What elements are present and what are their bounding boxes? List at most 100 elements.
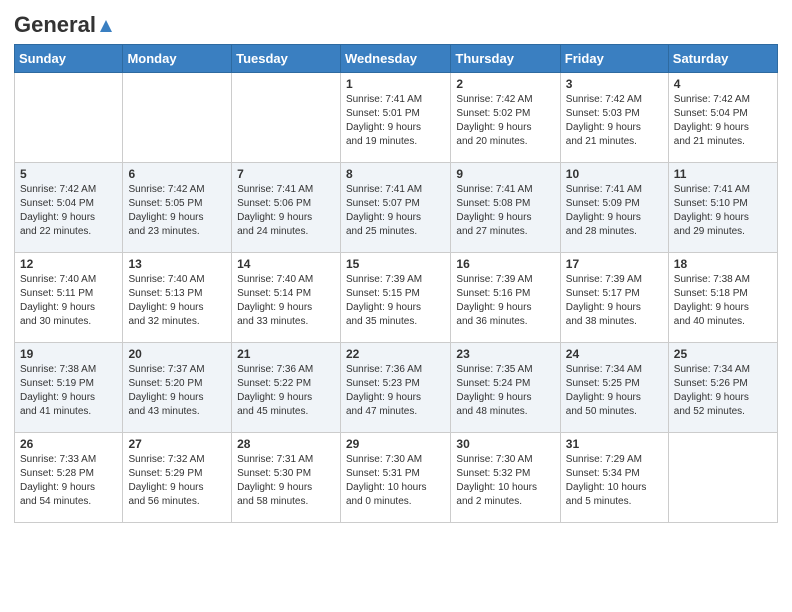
day-number: 6 <box>128 167 226 181</box>
day-info: Sunrise: 7:30 AM Sunset: 5:31 PM Dayligh… <box>346 453 445 509</box>
day-number: 28 <box>237 437 335 451</box>
day-info: Sunrise: 7:42 AM Sunset: 5:04 PM Dayligh… <box>674 93 772 149</box>
day-number: 8 <box>346 167 445 181</box>
day-cell: 20 Sunrise: 7:37 AM Sunset: 5:20 PM Dayli… <box>123 343 232 433</box>
day-info: Sunrise: 7:36 AM Sunset: 5:22 PM Dayligh… <box>237 363 335 419</box>
day-info: Sunrise: 7:29 AM Sunset: 5:34 PM Dayligh… <box>566 453 663 509</box>
day-number: 19 <box>20 347 117 361</box>
day-cell: 24 Sunrise: 7:34 AM Sunset: 5:25 PM Dayli… <box>560 343 668 433</box>
day-cell: 12 Sunrise: 7:40 AM Sunset: 5:11 PM Dayli… <box>15 253 123 343</box>
day-cell: 4 Sunrise: 7:42 AM Sunset: 5:04 PM Daylig… <box>668 73 777 163</box>
day-number: 27 <box>128 437 226 451</box>
day-number: 31 <box>566 437 663 451</box>
day-cell: 21 Sunrise: 7:36 AM Sunset: 5:22 PM Dayli… <box>232 343 341 433</box>
day-cell: 2 Sunrise: 7:42 AM Sunset: 5:02 PM Daylig… <box>451 73 560 163</box>
day-info: Sunrise: 7:38 AM Sunset: 5:19 PM Dayligh… <box>20 363 117 419</box>
day-cell: 30Sunrise: 7:30 AM Sunset: 5:32 PM Dayli… <box>451 433 560 523</box>
day-info: Sunrise: 7:42 AM Sunset: 5:02 PM Dayligh… <box>456 93 554 149</box>
day-info: Sunrise: 7:41 AM Sunset: 5:10 PM Dayligh… <box>674 183 772 239</box>
day-number: 16 <box>456 257 554 271</box>
week-row-4: 19 Sunrise: 7:38 AM Sunset: 5:19 PM Dayli… <box>15 343 778 433</box>
day-cell: 22 Sunrise: 7:36 AM Sunset: 5:23 PM Dayli… <box>340 343 450 433</box>
day-info: Sunrise: 7:32 AM Sunset: 5:29 PM Dayligh… <box>128 453 226 509</box>
day-cell: 27 Sunrise: 7:32 AM Sunset: 5:29 PM Dayli… <box>123 433 232 523</box>
day-info: Sunrise: 7:41 AM Sunset: 5:07 PM Dayligh… <box>346 183 445 239</box>
day-number: 13 <box>128 257 226 271</box>
day-info: Sunrise: 7:41 AM Sunset: 5:06 PM Dayligh… <box>237 183 335 239</box>
day-cell <box>15 73 123 163</box>
page-container: General SundayMondayTuesdayWednesdayThur… <box>0 0 792 537</box>
day-number: 3 <box>566 77 663 91</box>
day-cell: 3 Sunrise: 7:42 AM Sunset: 5:03 PM Daylig… <box>560 73 668 163</box>
day-number: 1 <box>346 77 445 91</box>
day-number: 29 <box>346 437 445 451</box>
day-number: 14 <box>237 257 335 271</box>
day-number: 5 <box>20 167 117 181</box>
day-number: 12 <box>20 257 117 271</box>
day-number: 18 <box>674 257 772 271</box>
day-number: 2 <box>456 77 554 91</box>
day-info: Sunrise: 7:40 AM Sunset: 5:11 PM Dayligh… <box>20 273 117 329</box>
day-info: Sunrise: 7:33 AM Sunset: 5:28 PM Dayligh… <box>20 453 117 509</box>
day-number: 7 <box>237 167 335 181</box>
day-info: Sunrise: 7:37 AM Sunset: 5:20 PM Dayligh… <box>128 363 226 419</box>
day-number: 11 <box>674 167 772 181</box>
day-number: 23 <box>456 347 554 361</box>
day-cell: 14 Sunrise: 7:40 AM Sunset: 5:14 PM Dayli… <box>232 253 341 343</box>
day-info: Sunrise: 7:31 AM Sunset: 5:30 PM Dayligh… <box>237 453 335 509</box>
weekday-header-wednesday: Wednesday <box>340 45 450 73</box>
day-number: 20 <box>128 347 226 361</box>
day-cell: 1 Sunrise: 7:41 AM Sunset: 5:01 PM Daylig… <box>340 73 450 163</box>
week-row-2: 5 Sunrise: 7:42 AM Sunset: 5:04 PM Daylig… <box>15 163 778 253</box>
day-number: 22 <box>346 347 445 361</box>
day-info: Sunrise: 7:38 AM Sunset: 5:18 PM Dayligh… <box>674 273 772 329</box>
weekday-header-row: SundayMondayTuesdayWednesdayThursdayFrid… <box>15 45 778 73</box>
day-info: Sunrise: 7:42 AM Sunset: 5:05 PM Dayligh… <box>128 183 226 239</box>
day-info: Sunrise: 7:41 AM Sunset: 5:09 PM Dayligh… <box>566 183 663 239</box>
logo-text: General <box>14 14 114 36</box>
day-number: 9 <box>456 167 554 181</box>
day-info: Sunrise: 7:34 AM Sunset: 5:25 PM Dayligh… <box>566 363 663 419</box>
day-number: 30 <box>456 437 554 451</box>
day-cell: 29 Sunrise: 7:30 AM Sunset: 5:31 PM Dayli… <box>340 433 450 523</box>
day-info: Sunrise: 7:40 AM Sunset: 5:14 PM Dayligh… <box>237 273 335 329</box>
day-info: Sunrise: 7:42 AM Sunset: 5:04 PM Dayligh… <box>20 183 117 239</box>
day-info: Sunrise: 7:39 AM Sunset: 5:15 PM Dayligh… <box>346 273 445 329</box>
day-number: 4 <box>674 77 772 91</box>
day-cell: 18 Sunrise: 7:38 AM Sunset: 5:18 PM Dayli… <box>668 253 777 343</box>
day-info: Sunrise: 7:39 AM Sunset: 5:16 PM Dayligh… <box>456 273 554 329</box>
day-cell: 25Sunrise: 7:34 AM Sunset: 5:26 PM Dayli… <box>668 343 777 433</box>
day-cell <box>232 73 341 163</box>
day-cell <box>123 73 232 163</box>
calendar-table: SundayMondayTuesdayWednesdayThursdayFrid… <box>14 44 778 523</box>
weekday-header-saturday: Saturday <box>668 45 777 73</box>
weekday-header-thursday: Thursday <box>451 45 560 73</box>
day-cell: 10 Sunrise: 7:41 AM Sunset: 5:09 PM Dayli… <box>560 163 668 253</box>
day-cell: 26 Sunrise: 7:33 AM Sunset: 5:28 PM Dayli… <box>15 433 123 523</box>
day-cell: 17Sunrise: 7:39 AM Sunset: 5:17 PM Dayli… <box>560 253 668 343</box>
day-number: 21 <box>237 347 335 361</box>
header: General <box>14 10 778 36</box>
weekday-header-monday: Monday <box>123 45 232 73</box>
day-number: 26 <box>20 437 117 451</box>
week-row-5: 26 Sunrise: 7:33 AM Sunset: 5:28 PM Dayli… <box>15 433 778 523</box>
day-info: Sunrise: 7:41 AM Sunset: 5:01 PM Dayligh… <box>346 93 445 149</box>
day-cell: 19 Sunrise: 7:38 AM Sunset: 5:19 PM Dayli… <box>15 343 123 433</box>
day-cell: 15Sunrise: 7:39 AM Sunset: 5:15 PM Dayli… <box>340 253 450 343</box>
day-info: Sunrise: 7:40 AM Sunset: 5:13 PM Dayligh… <box>128 273 226 329</box>
week-row-1: 1 Sunrise: 7:41 AM Sunset: 5:01 PM Daylig… <box>15 73 778 163</box>
day-cell <box>668 433 777 523</box>
day-info: Sunrise: 7:36 AM Sunset: 5:23 PM Dayligh… <box>346 363 445 419</box>
week-row-3: 12 Sunrise: 7:40 AM Sunset: 5:11 PM Dayli… <box>15 253 778 343</box>
day-info: Sunrise: 7:35 AM Sunset: 5:24 PM Dayligh… <box>456 363 554 419</box>
day-info: Sunrise: 7:41 AM Sunset: 5:08 PM Dayligh… <box>456 183 554 239</box>
day-cell: 7 Sunrise: 7:41 AM Sunset: 5:06 PM Daylig… <box>232 163 341 253</box>
day-number: 10 <box>566 167 663 181</box>
day-cell: 9 Sunrise: 7:41 AM Sunset: 5:08 PM Daylig… <box>451 163 560 253</box>
day-number: 17 <box>566 257 663 271</box>
day-cell: 6 Sunrise: 7:42 AM Sunset: 5:05 PM Daylig… <box>123 163 232 253</box>
day-number: 24 <box>566 347 663 361</box>
day-info: Sunrise: 7:42 AM Sunset: 5:03 PM Dayligh… <box>566 93 663 149</box>
day-number: 25 <box>674 347 772 361</box>
day-cell: 11 Sunrise: 7:41 AM Sunset: 5:10 PM Dayli… <box>668 163 777 253</box>
